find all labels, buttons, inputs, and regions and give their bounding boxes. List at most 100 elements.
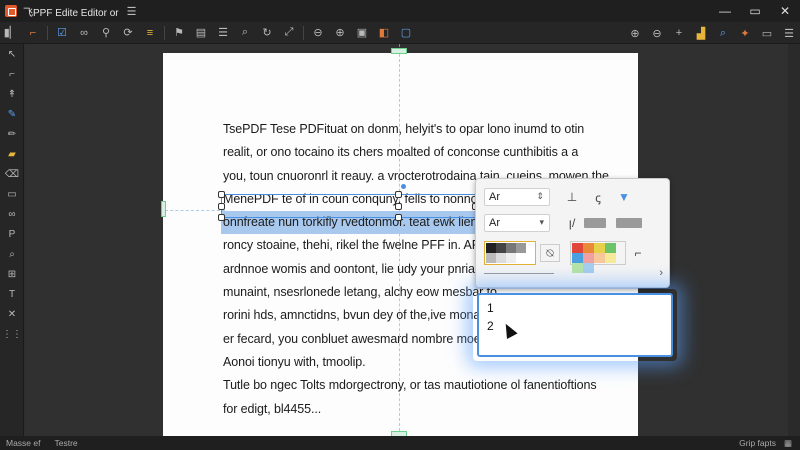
highlight-icon[interactable]: ≡ [139,23,161,43]
crop-icon[interactable]: ⌐ [0,64,24,84]
minimize-button[interactable]: — [710,0,740,22]
text-line[interactable]: realit, or ono tocaino its chers moalted… [223,141,603,164]
select-icon[interactable]: ↖ [0,44,24,64]
app-logo-icon [5,5,17,17]
swatch[interactable] [605,243,616,253]
lasso-icon[interactable]: ⟳ [117,23,139,43]
grayscale-swatches[interactable] [484,241,536,265]
search-icon[interactable]: ⌕ [712,23,734,43]
main-toolbar: ▮▏ ⌐ ☑ ∞ ⚲ ⟳ ≡ ⚑ ▤ ☰ ⌕ ↻ ⤢ ⊖ ⊕ ▣ ◧ ▢ ⊕ ⊖… [0,22,800,44]
link-icon[interactable]: ∞ [73,23,95,43]
text-icon[interactable]: T [0,284,24,304]
italic-icon[interactable]: ꞁ/ [562,214,582,232]
swatch[interactable] [572,253,583,263]
swatch[interactable] [496,253,506,263]
chevron-down-icon: ▾ [539,217,544,227]
selected-text-line[interactable]: onnfreate nun torkifly rvedtonmor. teat … [221,211,491,235]
text-line[interactable]: for edigt, bl4455... [223,398,603,421]
anchor-point [401,184,406,189]
text-format-panel: Ar ⇕ ⊥ ꞔ ▼ Ar ▾ ꞁ/ ⍉ ⌐ › [475,178,670,288]
swatch[interactable] [506,253,516,263]
pointer-icon[interactable]: ↟ [0,84,24,104]
status-item[interactable]: Testre [55,438,78,448]
horizontal-guide [165,210,225,211]
swatch[interactable] [594,253,605,263]
swatch[interactable] [605,253,616,263]
swatch[interactable] [583,263,594,273]
bookmark-icon[interactable]: ▣ [351,23,373,43]
zoom-in-icon[interactable]: ⊕ [329,23,351,43]
swatch[interactable] [486,243,496,253]
status-item[interactable]: Masse ef [6,438,41,448]
swatch[interactable] [486,253,496,263]
chevron-right-icon[interactable]: › [659,267,663,279]
pen-icon[interactable]: ✎ [0,104,24,124]
swatch[interactable] [583,243,594,253]
eyedropper-icon[interactable]: ⌐ [628,244,648,262]
menu-icon[interactable]: ☰ [778,23,800,43]
toolbar-divider [164,25,165,40]
paragraph-icon[interactable]: P [0,224,24,244]
scrollbar[interactable] [788,44,800,436]
swatch[interactable] [583,253,594,263]
layers-icon[interactable]: ◧ [373,23,395,43]
left-guide-handle[interactable] [161,201,166,217]
pin-icon[interactable]: ⚑ [168,23,190,43]
search-icon[interactable]: ⌕ [234,23,256,43]
swatch[interactable] [506,243,516,253]
pencil-icon[interactable]: ✏ [0,124,24,144]
text-line[interactable]: TsePDF Tese PDFituat on donm, helyit's t… [223,118,603,141]
cross-icon[interactable]: ✕ [0,304,24,324]
link-icon[interactable]: ∞ [0,204,24,224]
highlighter-icon[interactable]: ▰ [0,144,24,164]
close-button[interactable]: ✕ [770,0,800,22]
list-item[interactable]: 1 [487,301,494,315]
document-canvas[interactable]: TsePDF Tese PDFituat on donm, helyit's t… [25,44,788,436]
shape-icon[interactable]: ▭ [0,184,24,204]
magic-icon[interactable]: ✦ [734,23,756,43]
plus-icon[interactable]: + [668,23,690,43]
swatch[interactable] [496,243,506,253]
zoom-icon[interactable]: ⚲ [95,23,117,43]
stamp-icon[interactable]: ▤ [190,23,212,43]
list-icon[interactable]: ☰ [212,23,234,43]
color-palette[interactable] [570,241,626,273]
chart-icon[interactable]: ▟ [690,23,712,43]
stroke-bar[interactable] [616,218,642,228]
zoom-out-icon[interactable]: ⊖ [307,23,329,43]
list-item[interactable]: 2 [487,319,494,333]
case-icon[interactable]: ꞔ [588,188,608,206]
stamp-icon[interactable]: ⊞ [0,264,24,284]
zoom-in-icon[interactable]: ⊕ [624,23,646,43]
status-bar: Masse ef Testre Grip fapts ▦ [0,436,800,450]
grid-icon[interactable]: ⋮⋮ [0,324,24,344]
fill-icon[interactable]: ▼ [614,188,634,206]
swatch[interactable] [572,243,583,253]
maximize-button[interactable]: ▭ [740,0,770,22]
layout-icon[interactable]: ▮▏ [0,23,22,43]
title-bar: 飞PPF Edite Editor or ☰ — ▭ ✕ [0,0,800,22]
eraser-icon[interactable]: ⌫ [0,164,24,184]
swatch[interactable] [516,243,526,253]
app-window: 飞PPF Edite Editor or ☰ — ▭ ✕ ▮▏ ⌐ ☑ ∞ ⚲ … [0,0,800,450]
expand-icon[interactable]: ⤢ [278,23,300,43]
search-icon[interactable]: ⌕ [0,244,24,264]
text-line[interactable]: Tutle bo ngec Tolts mdorgectrony, or tas… [223,374,603,397]
checkbox-icon[interactable]: ☑ [51,23,73,43]
window-icon[interactable]: ▭ [756,23,778,43]
title-menu-icon[interactable]: ☰ [127,5,137,18]
rotate-icon[interactable]: ↻ [256,23,278,43]
swatch[interactable] [594,243,605,253]
font-size-dropdown[interactable]: Ar ▾ [484,214,550,232]
top-guide-handle[interactable] [391,48,407,54]
grid-icon[interactable]: ▦ [784,438,792,449]
font-family-dropdown[interactable]: Ar ⇕ [484,188,550,206]
no-color-icon[interactable]: ⍉ [540,244,560,262]
page-icon[interactable]: ▢ [395,23,417,43]
crop-icon[interactable]: ⌐ [22,23,44,43]
line-style-bar[interactable] [584,218,606,228]
baseline-icon[interactable]: ⊥ [562,188,582,206]
zoom-out-icon[interactable]: ⊖ [646,23,668,43]
swatch[interactable] [572,263,583,273]
swatch[interactable] [516,253,526,263]
